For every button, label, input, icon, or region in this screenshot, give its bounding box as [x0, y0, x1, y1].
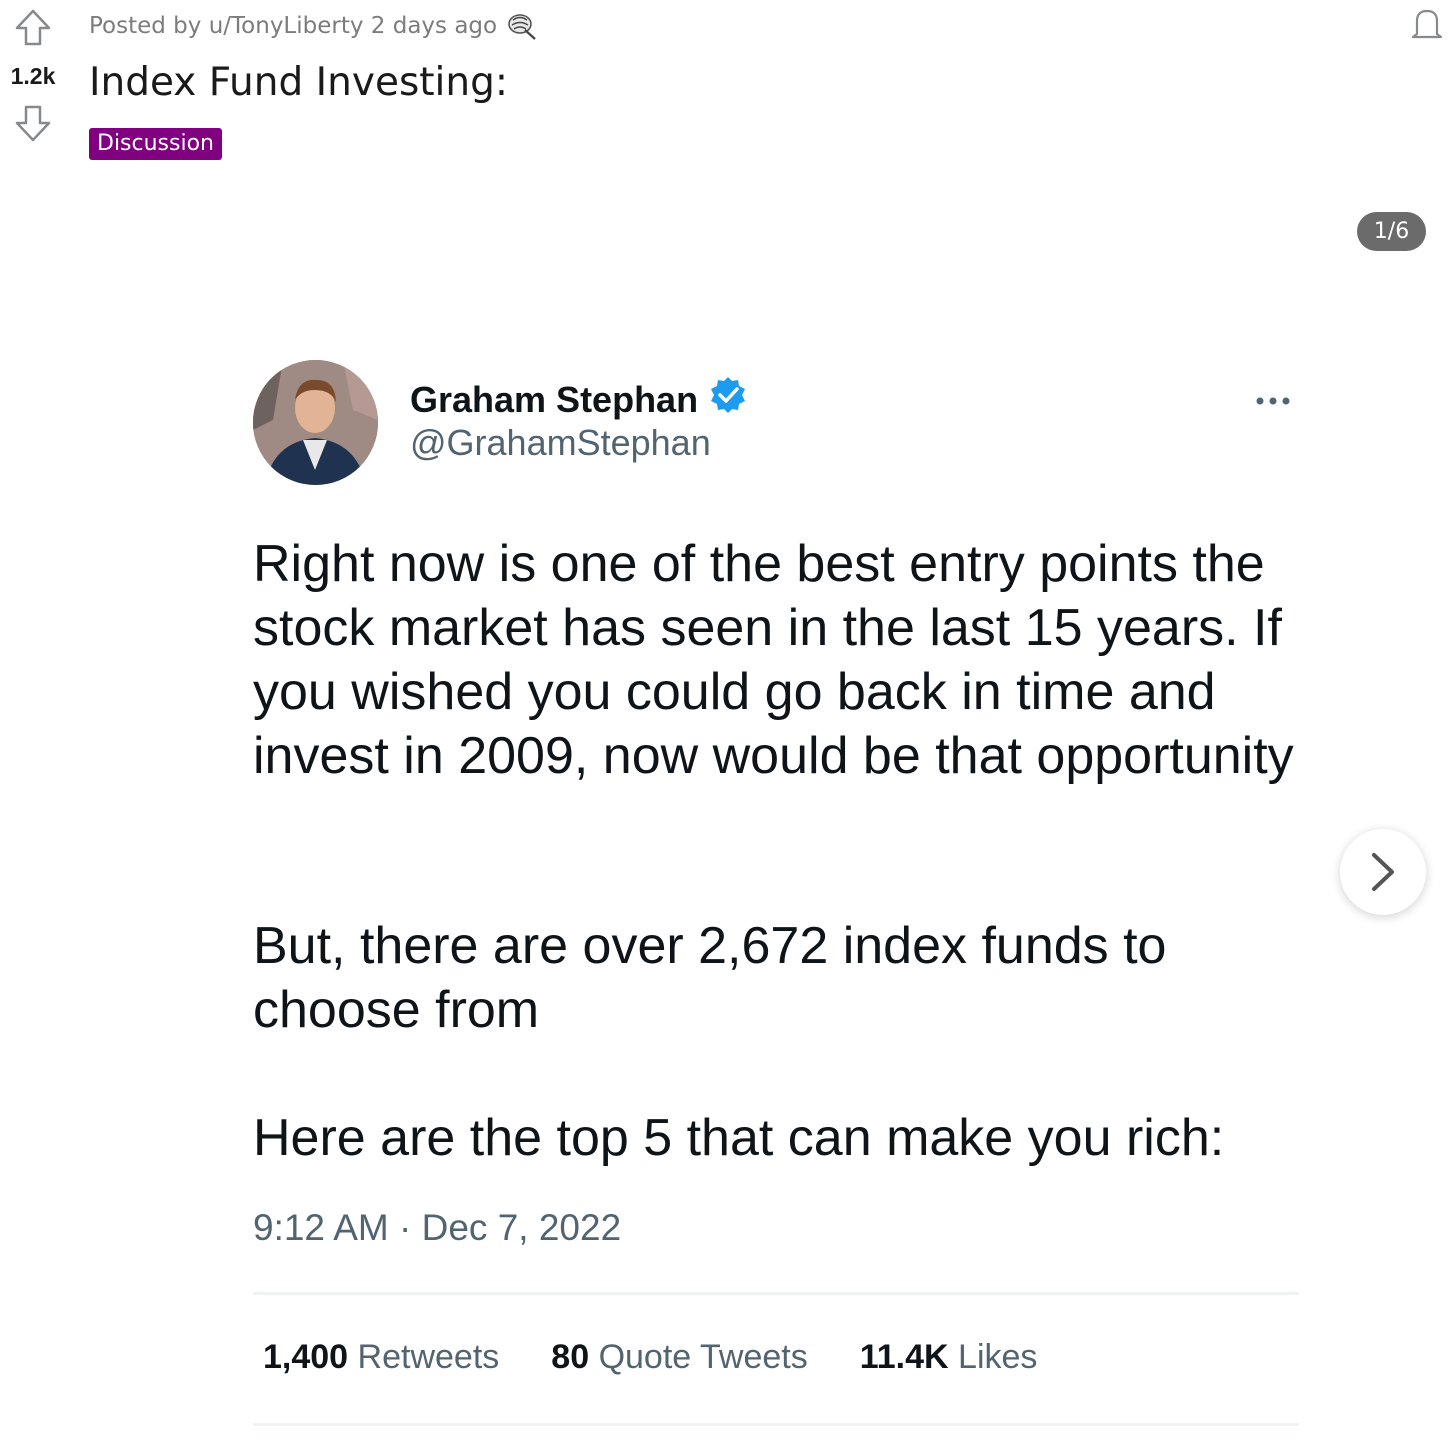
- award-icon[interactable]: [505, 10, 539, 42]
- divider: [253, 1423, 1299, 1426]
- bell-icon[interactable]: [1408, 6, 1446, 44]
- stat-retweets: 1,400 Retweets: [263, 1338, 500, 1376]
- tweet-author-name: Graham Stephan: [410, 375, 748, 424]
- vote-count: 1.2k: [10, 63, 56, 89]
- divider: [253, 1292, 1299, 1295]
- tweet-timestamp: 9:12 AM · Dec 7, 2022: [253, 1207, 622, 1248]
- tweet-paragraph-3: Here are the top 5 that can make you ric…: [253, 1109, 1225, 1167]
- tweet-handle: @GrahamStephan: [410, 422, 711, 463]
- chevron-right-icon: [1372, 853, 1394, 891]
- tweet-paragraph-2: But, there are over 2,672 index funds to…: [253, 917, 1167, 1039]
- stat-likes: 11.4K Likes: [859, 1338, 1038, 1376]
- tweet-paragraph-1: Right now is one of the best entry point…: [253, 535, 1294, 785]
- post-meta: Posted by u/TonyLiberty 2 days ago: [89, 10, 539, 42]
- verified-badge-icon: [708, 375, 748, 424]
- upvote-icon[interactable]: [13, 8, 53, 48]
- next-image-button[interactable]: [1340, 829, 1426, 915]
- avatar: [253, 360, 378, 485]
- post-meta-text: Posted by u/TonyLiberty 2 days ago: [89, 13, 498, 39]
- tweet-author-label: Graham Stephan: [410, 378, 699, 420]
- downvote-icon[interactable]: [13, 103, 53, 143]
- stat-quote-tweets: 80 Quote Tweets: [551, 1338, 808, 1376]
- more-icon: [1253, 394, 1293, 406]
- gallery-counter: 1/6: [1357, 212, 1426, 251]
- post-title[interactable]: Index Fund Investing:: [89, 60, 508, 105]
- post-flair[interactable]: Discussion: [89, 128, 222, 160]
- tweet-stats: 1,400 Retweets 80 Quote Tweets 11.4K Lik…: [263, 1338, 1037, 1377]
